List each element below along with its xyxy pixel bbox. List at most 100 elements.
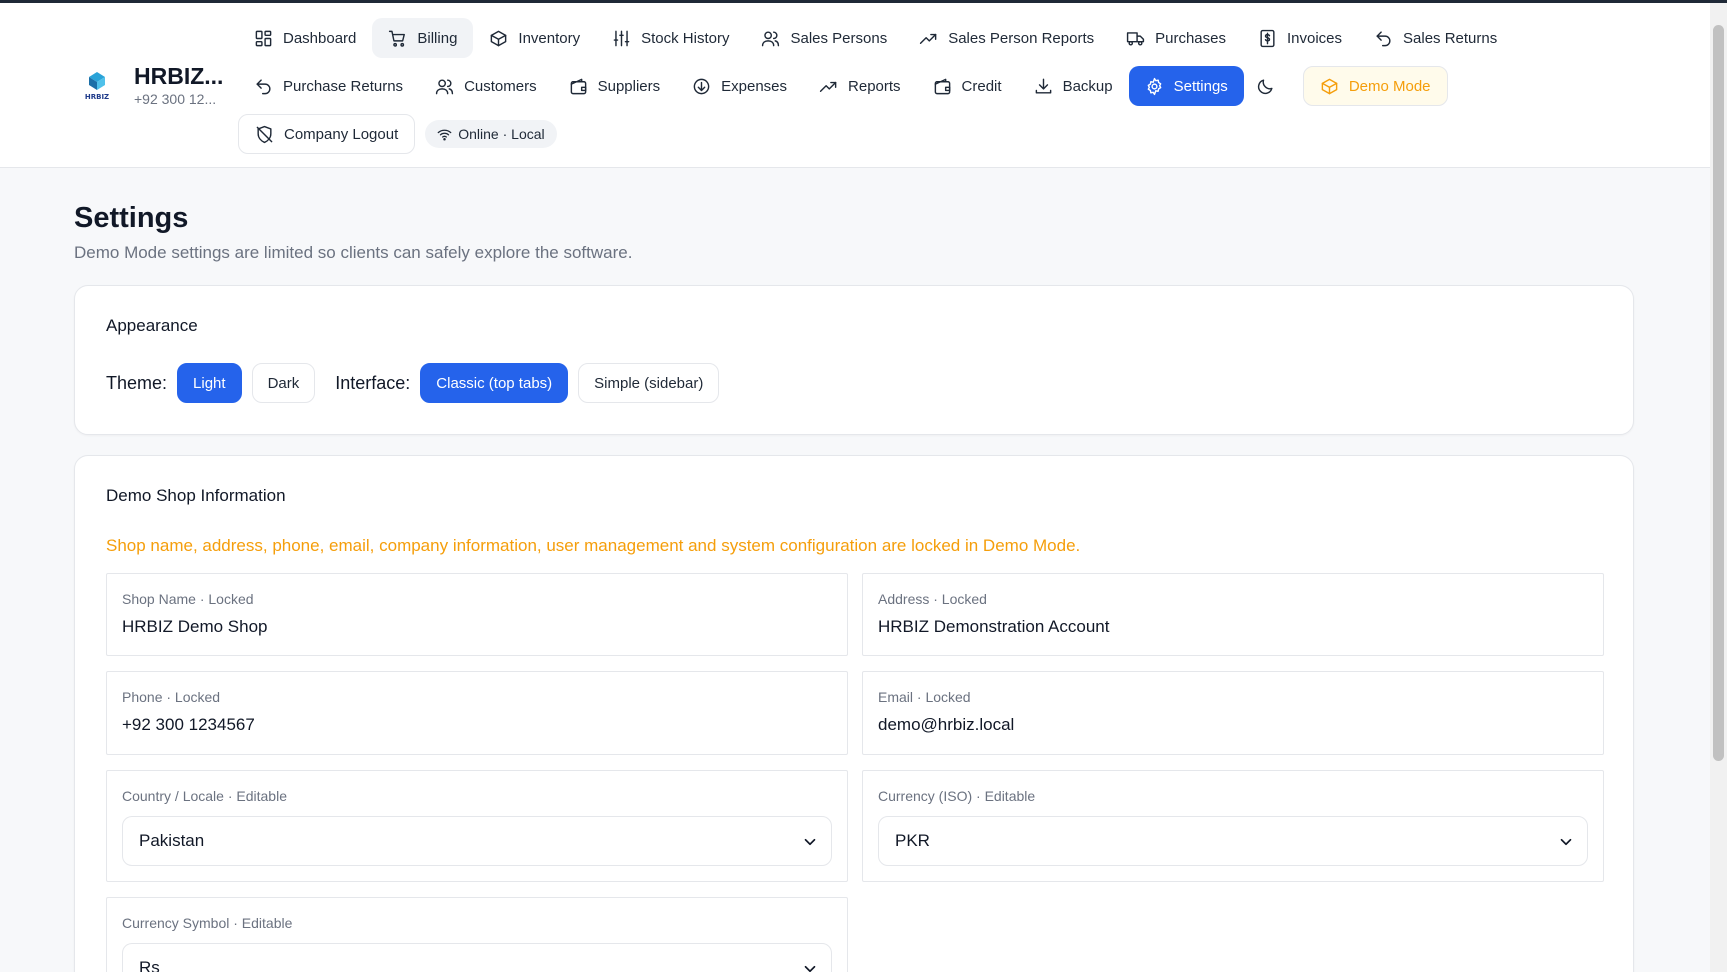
tab-label: Reports [848,77,901,95]
tab-inventory[interactable]: Inventory [473,18,596,58]
undo-icon [1376,30,1391,46]
dollar-file-icon [1260,29,1275,47]
theme-toggle-button[interactable] [1244,66,1287,106]
undo-icon [256,78,271,94]
demo-mode-label: Demo Mode [1348,77,1431,95]
tab-purchase-returns[interactable]: Purchase Returns [238,66,419,106]
shop-info-title: Demo Shop Information [106,486,286,505]
tab-billing[interactable]: Billing [372,18,474,58]
users-icon [435,78,454,94]
tab-invoices[interactable]: Invoices [1242,18,1358,58]
tab-sales-returns[interactable]: Sales Returns [1358,18,1513,58]
field-label: Email · Locked [878,689,971,705]
grid-icon [255,30,272,46]
nav-row-2: Purchase Returns Customers Suppliers Exp… [238,66,1448,106]
tab-label: Suppliers [597,77,661,95]
moon-icon [1257,78,1273,94]
currency-symbol-field: Currency Symbol · Editable Rs [106,897,848,972]
tab-label: Credit [961,77,1002,95]
download-icon [1035,78,1051,94]
tab-label: Inventory [518,29,581,47]
chevron-down-icon [804,965,816,972]
currency-symbol-select[interactable]: Rs [122,943,832,972]
wifi-icon [437,129,452,140]
company-phone: +92 300 12... [134,91,217,107]
wallet-icon [570,78,586,94]
tab-sales-persons[interactable]: Sales Persons [745,18,903,58]
trending-up-icon [920,33,937,44]
page-scrollbar[interactable] [1710,3,1727,972]
interface-simple-button[interactable]: Simple (sidebar) [578,363,720,403]
theme-light-button[interactable]: Light [177,363,242,403]
interface-classic-button[interactable]: Classic (top tabs) [420,363,569,403]
field-label: Country / Locale · Editable [122,788,287,804]
theme-dark-button[interactable]: Dark [251,363,316,403]
tab-label: Backup [1062,77,1113,95]
field-label: Phone · Locked [122,689,221,705]
phone-field: Phone · Locked +92 300 1234567 [106,671,848,755]
tab-label: Customers [464,77,537,95]
page-subtitle: Demo Mode settings are limited so client… [74,243,633,262]
trending-up-icon [819,81,837,92]
field-label: Address · Locked [878,591,987,607]
scrollbar-thumb[interactable] [1713,25,1724,761]
field-value: demo@hrbiz.local [878,715,1015,734]
brand[interactable]: HRBIZ HRBIZ... +92 300 12... [80,63,224,107]
status-label: Online · Local [458,126,545,142]
box-icon [491,30,507,46]
wallet-icon [934,78,950,94]
tab-customers[interactable]: Customers [419,66,553,106]
tab-stock-history[interactable]: Stock History [596,18,745,58]
tab-purchases[interactable]: Purchases [1110,18,1242,58]
shop-info-card: Demo Shop Information Shop name, address… [74,455,1634,972]
tab-label: Dashboard [283,29,357,47]
currency-select[interactable]: PKR [878,816,1588,866]
appearance-title: Appearance [106,316,198,335]
tab-expenses[interactable]: Expenses [676,66,803,106]
tab-label: Expenses [721,77,788,95]
tab-reports[interactable]: Reports [803,66,917,106]
tab-suppliers[interactable]: Suppliers [553,66,677,106]
gear-icon [1147,77,1161,95]
field-value: +92 300 1234567 [122,715,255,734]
demo-mode-button[interactable]: Demo Mode [1302,66,1448,106]
tab-backup[interactable]: Backup [1018,66,1129,106]
field-label: Currency (ISO) · Editable [878,788,1036,804]
field-label: Currency Symbol · Editable [122,915,293,931]
company-name: HRBIZ... [134,63,224,89]
cube-icon [1321,78,1338,94]
connection-status-badge: Online · Local [425,120,557,148]
country-select[interactable]: Pakistan [122,816,832,866]
svg-text:HRBIZ: HRBIZ [85,93,109,101]
tab-dashboard[interactable]: Dashboard [238,18,372,58]
address-field: Address · Locked HRBIZ Demonstration Acc… [862,573,1604,656]
company-logout-button[interactable]: Company Logout [238,114,416,154]
chevron-down-icon [804,838,816,846]
page-title: Settings [74,202,189,234]
shield-off-icon [256,125,273,143]
tab-label: Purchase Returns [283,77,404,95]
tab-credit[interactable]: Credit [917,66,1018,106]
field-value: HRBIZ Demo Shop [122,617,268,636]
select-value: Rs [139,958,160,972]
tab-label: Invoices [1286,29,1343,47]
theme-label: Theme: [106,372,168,393]
appearance-card: Appearance Theme: Light Dark Interface: … [74,285,1634,435]
tab-label: Sales Person Reports [948,29,1095,47]
tab-label: Stock History [641,29,730,47]
select-value: PKR [895,831,930,850]
hrbiz-logo-icon: HRBIZ [85,72,109,101]
top-header: HRBIZ HRBIZ... +92 300 12... Dashboard B… [0,3,1710,168]
tab-label: Billing [417,29,458,47]
shop-name-field: Shop Name · Locked HRBIZ Demo Shop [106,573,848,656]
tab-settings[interactable]: Settings [1128,66,1244,106]
tab-label: Sales Persons [790,29,888,47]
email-field: Email · Locked demo@hrbiz.local [862,671,1604,755]
tab-label: Purchases [1155,29,1226,47]
sliders-icon [613,30,630,46]
tab-sales-person-reports[interactable]: Sales Person Reports [903,18,1110,58]
field-value: HRBIZ Demonstration Account [878,617,1110,636]
appearance-options: Theme: Light Dark Interface: Classic (to… [106,363,729,403]
truck-icon [1126,31,1145,46]
currency-iso-field: Currency (ISO) · Editable PKR [862,770,1604,882]
